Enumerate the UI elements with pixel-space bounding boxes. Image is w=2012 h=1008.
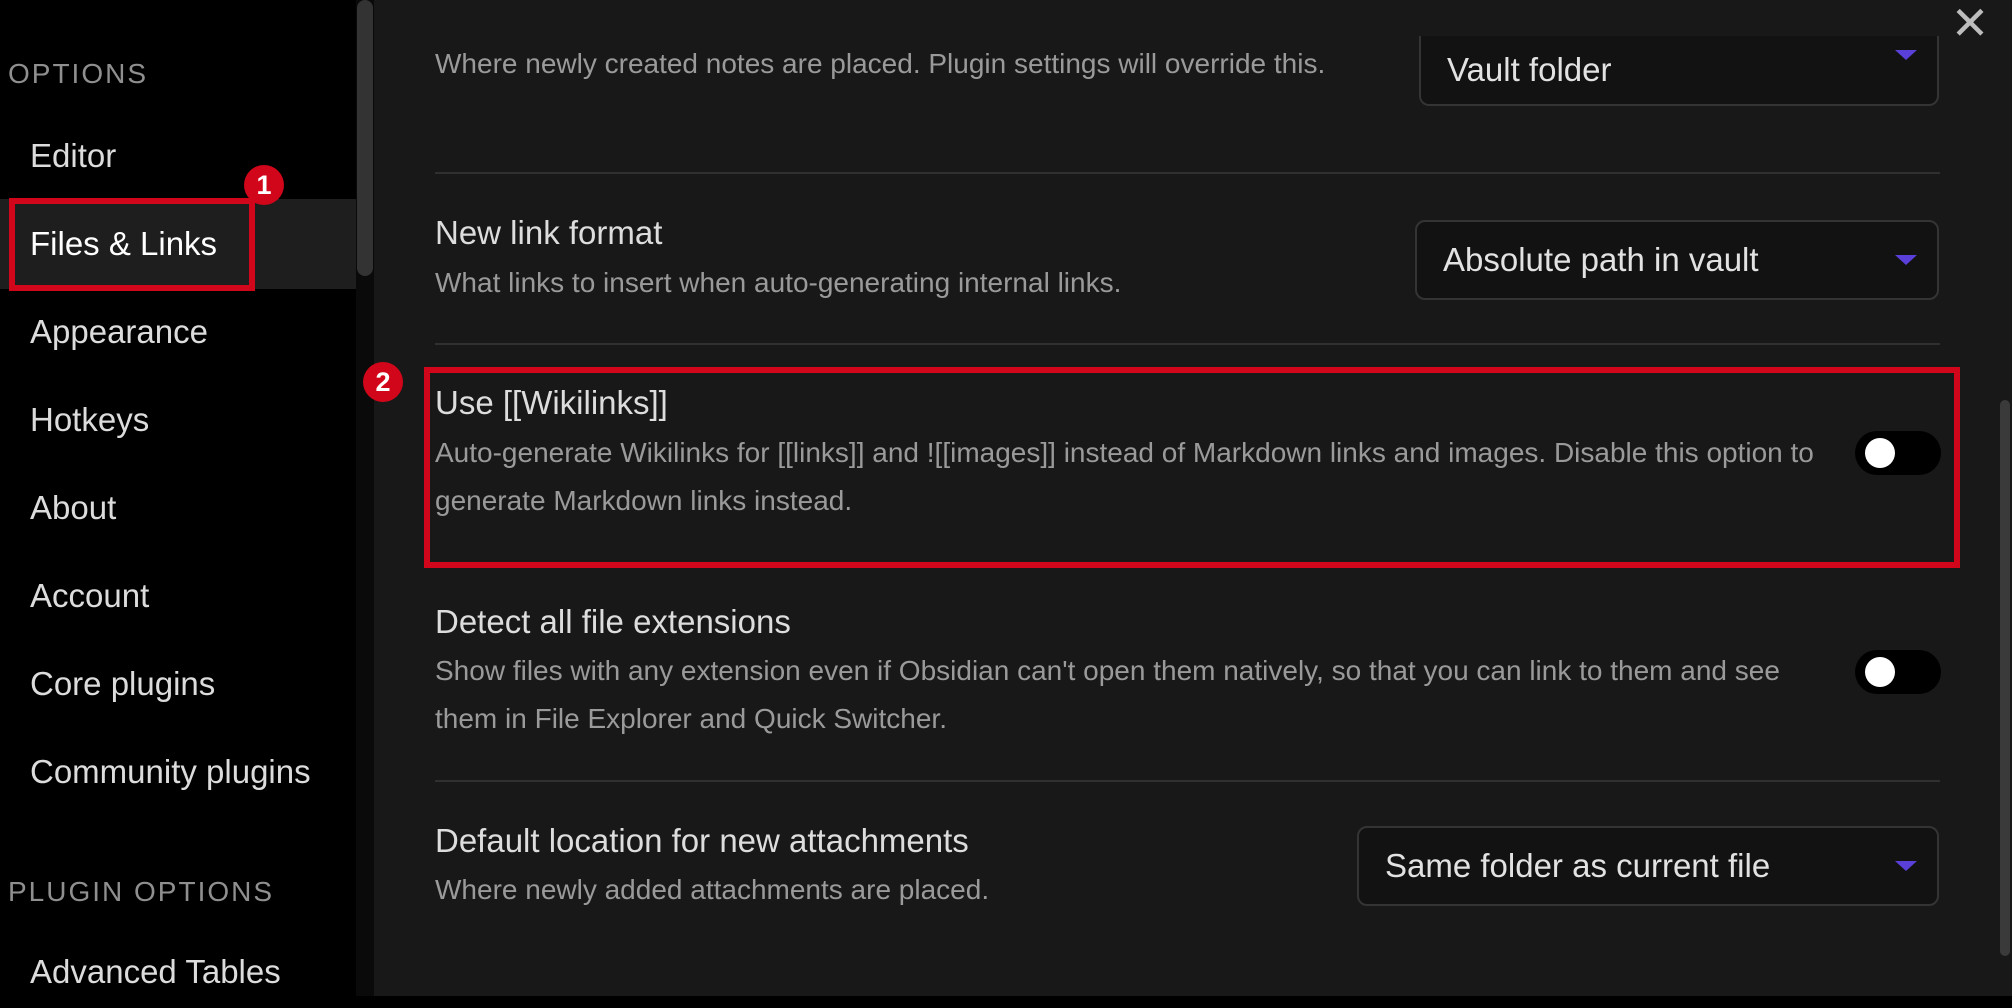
- highlight-wikilinks: [424, 367, 1960, 568]
- sidebar-item-account[interactable]: Account: [0, 551, 356, 641]
- detect-extensions-description: Show files with any extension even if Ob…: [435, 655, 1780, 734]
- dropdown-value: Same folder as current file: [1385, 847, 1771, 884]
- close-icon[interactable]: ✕: [1946, 0, 1994, 48]
- divider: [435, 780, 1940, 782]
- bottom-edge: [0, 996, 2012, 1008]
- detect-extensions-name: Detect all file extensions: [435, 603, 791, 640]
- settings-sidebar: OPTIONS Editor Files & Links Appearance …: [0, 0, 356, 1008]
- divider: [435, 343, 1940, 345]
- sidebar-item-label: Account: [30, 577, 150, 614]
- sidebar-item-label: Editor: [30, 137, 117, 174]
- chevron-down-icon: [1895, 255, 1917, 265]
- sidebar-scrollbar[interactable]: [356, 0, 374, 1008]
- sidebar-item-community-plugins[interactable]: Community plugins: [0, 727, 356, 817]
- dropdown-value: Vault folder: [1447, 51, 1612, 88]
- divider: [435, 172, 1940, 174]
- chevron-down-icon: [1895, 50, 1917, 60]
- plugin-options-section-header: PLUGIN OPTIONS: [8, 876, 275, 907]
- sidebar-item-hotkeys[interactable]: Hotkeys: [0, 375, 356, 465]
- sidebar-item-label: About: [30, 489, 117, 526]
- sidebar-scrollbar-thumb[interactable]: [357, 0, 373, 276]
- dropdown-value: Absolute path in vault: [1443, 241, 1759, 278]
- sidebar-item-label: Core plugins: [30, 665, 216, 702]
- settings-window: OPTIONS Editor Files & Links Appearance …: [0, 0, 2012, 1008]
- sidebar-item-editor[interactable]: Editor: [0, 111, 356, 201]
- annotation-badge-2: 2: [363, 362, 403, 402]
- sidebar-item-label: Appearance: [30, 313, 208, 350]
- new-note-location-description: Where newly created notes are placed. Pl…: [435, 48, 1326, 79]
- annotation-badge-1: 1: [244, 165, 284, 205]
- attachment-location-description: Where newly added attachments are placed…: [435, 874, 990, 905]
- content-scrollbar[interactable]: [2000, 0, 2012, 1008]
- new-link-format-dropdown[interactable]: Absolute path in vault: [1415, 220, 1939, 300]
- highlight-files-links: [9, 198, 255, 291]
- new-note-location-dropdown[interactable]: Vault folder: [1419, 36, 1939, 106]
- attachment-location-dropdown[interactable]: Same folder as current file: [1357, 826, 1939, 906]
- sidebar-item-label: Community plugins: [30, 753, 311, 790]
- sidebar-item-core-plugins[interactable]: Core plugins: [0, 639, 356, 729]
- content-scrollbar-thumb[interactable]: [2000, 400, 2010, 956]
- attachment-location-name: Default location for new attachments: [435, 822, 969, 859]
- detect-extensions-toggle[interactable]: [1855, 650, 1941, 694]
- sidebar-item-appearance[interactable]: Appearance: [0, 287, 356, 377]
- sidebar-item-about[interactable]: About: [0, 463, 356, 553]
- sidebar-item-label: Hotkeys: [30, 401, 150, 438]
- toggle-knob: [1865, 657, 1895, 687]
- options-section-header: OPTIONS: [8, 58, 149, 89]
- new-link-format-description: What links to insert when auto-generatin…: [435, 267, 1122, 298]
- chevron-down-icon: [1895, 861, 1917, 871]
- new-link-format-name: New link format: [435, 214, 663, 251]
